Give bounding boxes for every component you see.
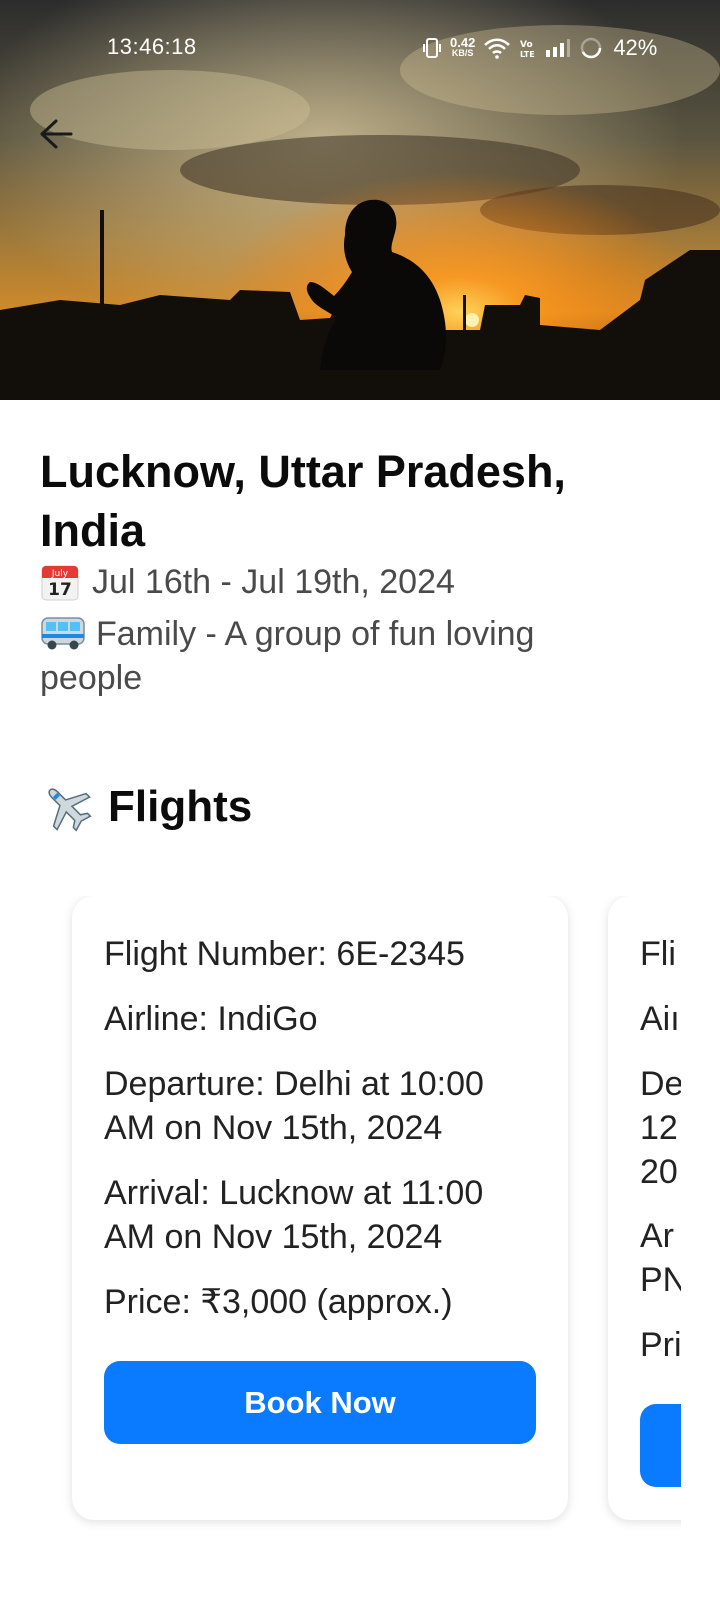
net-speed-unit: KB/S [451,48,474,58]
book-now-button[interactable]: Book Now [104,1361,536,1444]
flight-departure: Departure: Delhi at 10:00 AM on Nov 15th… [104,1065,484,1147]
calendar-icon-day: 17 [48,580,72,600]
flight-price: Price: ₹3,000 (approx.) [104,1283,453,1321]
flight-number: Flight Number: 6E-2345 [104,935,465,973]
flights-heading: Flights [108,782,253,831]
trip-dates: July 17 Jul 16th - Jul 19th, 2024 [40,562,455,602]
arrow-left-icon [40,119,73,149]
net-speed: 0.42 KB/S [450,35,476,59]
page-title: Lucknow, Uttar Pradesh, India [40,446,566,556]
battery-icon [579,36,603,60]
flight-airline: Airline: IndiGo [104,1000,318,1038]
bus-icon [41,617,85,650]
wifi-icon [483,37,511,59]
signal-icon [545,38,571,58]
airplane-icon [48,788,92,832]
flight-cards-carousel[interactable]: Flight Number: 6E-2345 Airline: IndiGo D… [0,896,720,1556]
hero-image: 13:46:18 0.42 KB/S Vo LTE 42% [0,0,720,400]
battery-percent: 42% [613,35,658,60]
flights-section-header: Flights [40,780,252,834]
calendar-icon-month: July [51,569,69,579]
status-time: 13:46:18 [107,34,197,59]
svg-text:LTE: LTE [520,50,535,59]
status-icons: 0.42 KB/S Vo LTE 42% [422,30,657,66]
volte-icon: Vo LTE [519,37,537,59]
carousel-edge [681,896,720,1556]
flight-arrival: Arrival: Lucknow at 11:00 AM on Nov 15th… [104,1174,484,1256]
trip-group-text: Family - A group of fun loving people [40,615,535,697]
back-button[interactable] [34,112,78,156]
calendar-icon: July 17 [41,565,79,601]
trip-dates-text: Jul 16th - Jul 19th, 2024 [92,562,455,601]
vibrate-icon [422,37,442,59]
status-bar: 13:46:18 0.42 KB/S Vo LTE 42% [0,30,720,66]
net-speed-value: 0.42 [450,35,476,50]
flight-card: Flight Number: 6E-2345 Airline: IndiGo D… [72,896,568,1520]
svg-text:Vo: Vo [520,40,533,50]
trip-group: Family - A group of fun loving people [40,612,640,700]
